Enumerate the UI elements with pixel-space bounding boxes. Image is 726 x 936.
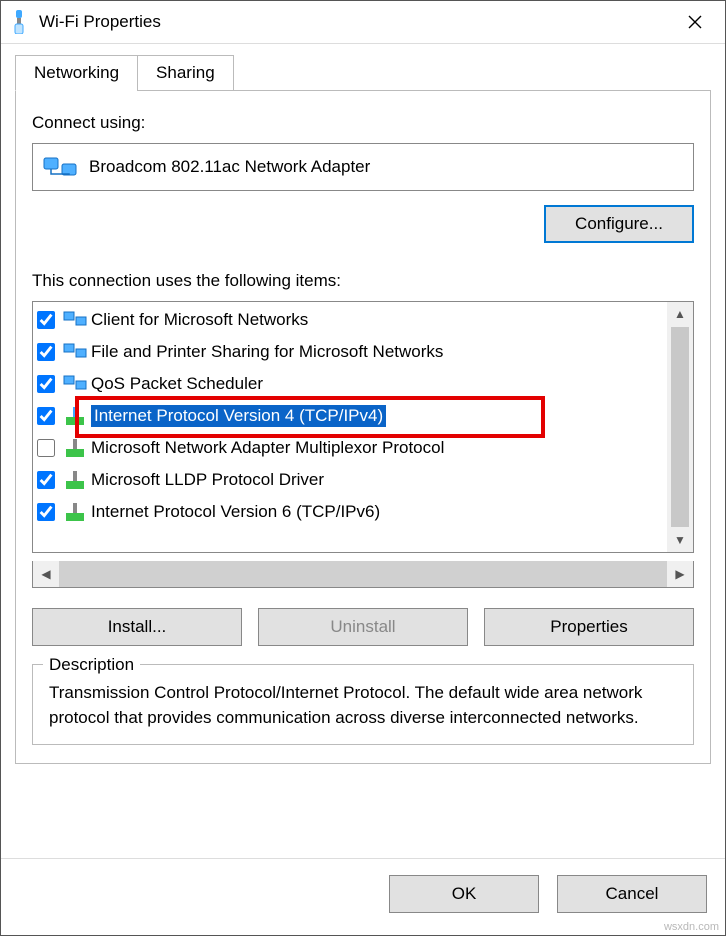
- adapter-field[interactable]: Broadcom 802.11ac Network Adapter: [32, 143, 694, 191]
- configure-button[interactable]: Configure...: [544, 205, 694, 243]
- wifi-adapter-icon: [9, 8, 29, 36]
- window-title: Wi-Fi Properties: [39, 12, 665, 32]
- item-label: Client for Microsoft Networks: [91, 310, 308, 330]
- item-checkbox[interactable]: [37, 407, 55, 425]
- description-text: Transmission Control Protocol/Internet P…: [49, 681, 677, 730]
- service-icon: [62, 373, 88, 395]
- protocol-icon: [62, 437, 88, 459]
- scroll-thumb[interactable]: [671, 327, 689, 527]
- scroll-track[interactable]: [59, 561, 667, 587]
- item-checkbox[interactable]: [37, 439, 55, 457]
- dialog-footer: OK Cancel: [1, 858, 725, 935]
- item-checkbox[interactable]: [37, 503, 55, 521]
- list-item[interactable]: Client for Microsoft Networks: [33, 304, 667, 336]
- cancel-button[interactable]: Cancel: [557, 875, 707, 913]
- install-button[interactable]: Install...: [32, 608, 242, 646]
- adapter-name: Broadcom 802.11ac Network Adapter: [89, 157, 370, 177]
- item-label: Microsoft LLDP Protocol Driver: [91, 470, 324, 490]
- tab-strip: Networking Sharing: [15, 55, 711, 91]
- items-label: This connection uses the following items…: [32, 271, 694, 291]
- item-label: Internet Protocol Version 4 (TCP/IPv4): [91, 405, 386, 427]
- list-item[interactable]: Microsoft Network Adapter Multiplexor Pr…: [33, 432, 667, 464]
- item-checkbox[interactable]: [37, 375, 55, 393]
- item-checkbox[interactable]: [37, 311, 55, 329]
- connect-using-label: Connect using:: [32, 113, 694, 133]
- service-icon: [62, 341, 88, 363]
- protocol-icon: [62, 405, 88, 427]
- title-bar: Wi-Fi Properties: [1, 1, 725, 44]
- watermark: wsxdn.com: [664, 921, 719, 933]
- item-checkbox[interactable]: [37, 343, 55, 361]
- scroll-right-icon[interactable]: ▶: [667, 561, 693, 587]
- protocol-icon: [62, 501, 88, 523]
- horizontal-scrollbar[interactable]: ◀ ▶: [32, 561, 694, 588]
- protocol-icon: [62, 469, 88, 491]
- networking-panel: Connect using: Broadcom 802.11ac Network…: [15, 90, 711, 764]
- network-adapter-icon: [43, 154, 77, 180]
- item-label: QoS Packet Scheduler: [91, 374, 263, 394]
- close-button[interactable]: [665, 1, 725, 43]
- dialog-content: Networking Sharing Connect using: Broadc…: [1, 44, 725, 858]
- scroll-up-icon[interactable]: ▲: [667, 302, 693, 326]
- client-icon: [62, 309, 88, 331]
- connection-items-list[interactable]: Client for Microsoft Networks File and P…: [32, 301, 694, 553]
- item-label: File and Printer Sharing for Microsoft N…: [91, 342, 443, 362]
- description-legend: Description: [43, 653, 140, 678]
- ok-button[interactable]: OK: [389, 875, 539, 913]
- uninstall-button: Uninstall: [258, 608, 468, 646]
- vertical-scrollbar[interactable]: ▲ ▼: [667, 302, 693, 552]
- scroll-left-icon[interactable]: ◀: [33, 561, 59, 587]
- list-item[interactable]: Internet Protocol Version 6 (TCP/IPv6): [33, 496, 667, 528]
- list-item[interactable]: Microsoft LLDP Protocol Driver: [33, 464, 667, 496]
- scroll-down-icon[interactable]: ▼: [667, 528, 693, 552]
- properties-button[interactable]: Properties: [484, 608, 694, 646]
- item-label: Internet Protocol Version 6 (TCP/IPv6): [91, 502, 380, 522]
- description-group: Description Transmission Control Protoco…: [32, 664, 694, 745]
- item-checkbox[interactable]: [37, 471, 55, 489]
- tab-sharing[interactable]: Sharing: [137, 55, 234, 91]
- item-label: Microsoft Network Adapter Multiplexor Pr…: [91, 438, 444, 458]
- list-item[interactable]: File and Printer Sharing for Microsoft N…: [33, 336, 667, 368]
- wifi-properties-dialog: Wi-Fi Properties Networking Sharing Conn…: [0, 0, 726, 936]
- list-item[interactable]: QoS Packet Scheduler: [33, 368, 667, 400]
- tab-networking[interactable]: Networking: [15, 55, 138, 91]
- list-item-selected[interactable]: Internet Protocol Version 4 (TCP/IPv4): [33, 400, 667, 432]
